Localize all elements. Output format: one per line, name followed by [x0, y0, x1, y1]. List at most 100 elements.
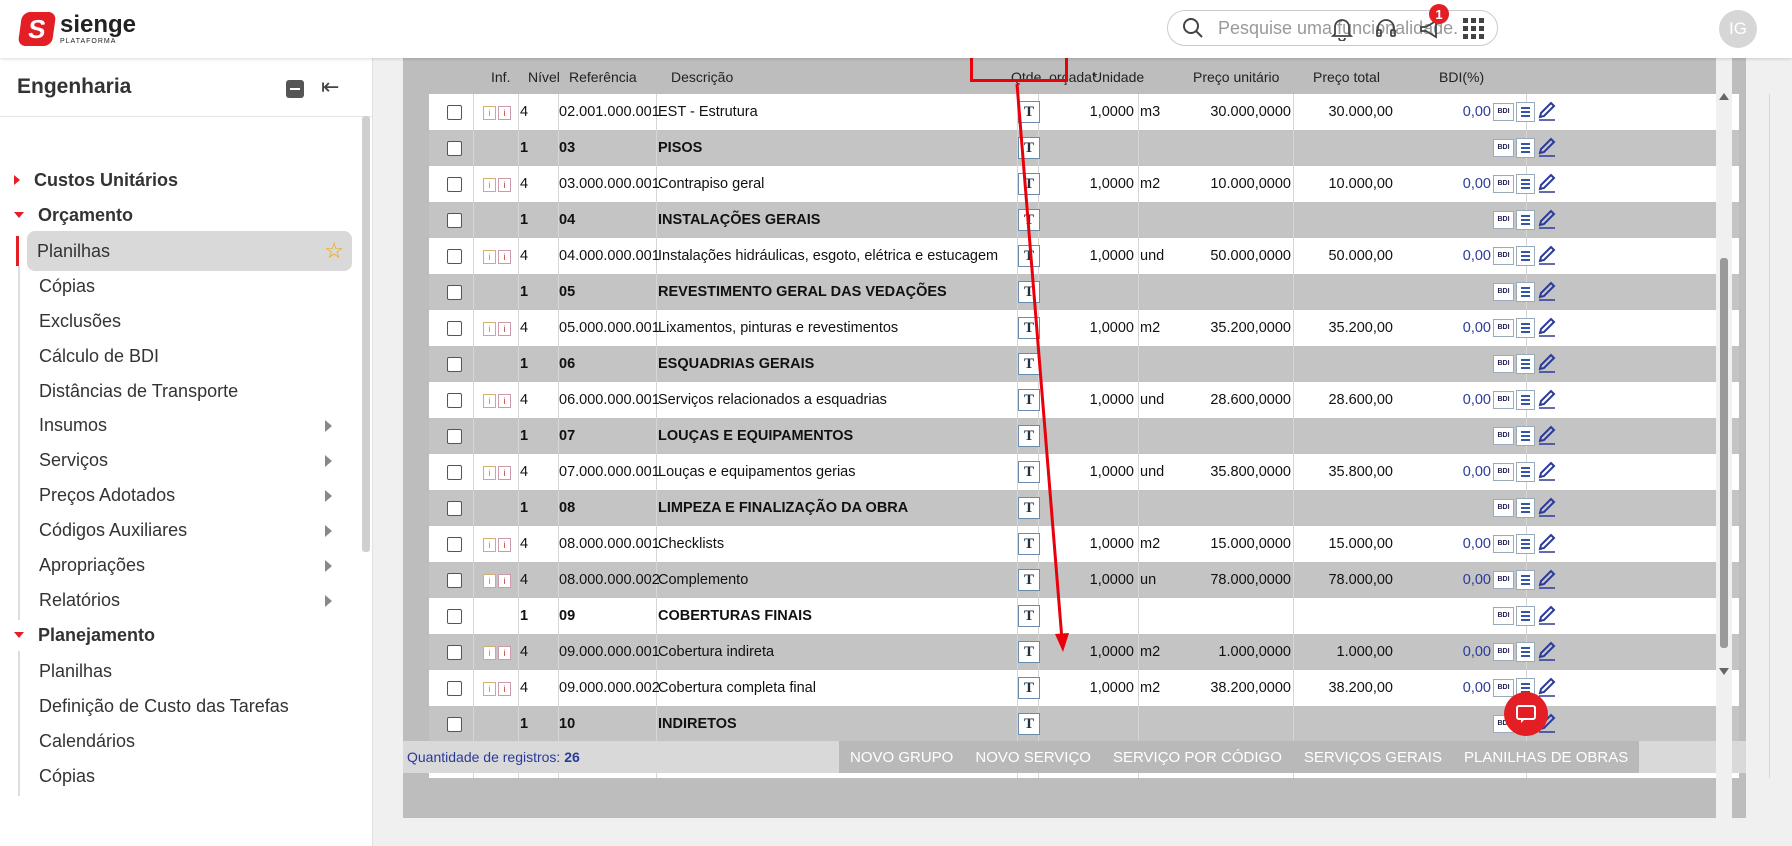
- row-checkbox[interactable]: [447, 105, 462, 120]
- nav-item-definicao-custo[interactable]: Definição de Custo das Tarefas: [18, 686, 352, 726]
- row-checkbox[interactable]: [447, 573, 462, 588]
- nav-item-exclusoes[interactable]: Exclusões: [18, 301, 352, 341]
- details-list-icon[interactable]: [1516, 426, 1535, 446]
- nav-section-orcamento[interactable]: Orçamento: [0, 195, 133, 235]
- row-checkbox[interactable]: [447, 285, 462, 300]
- col-preco-unitario[interactable]: Preço unitário: [1193, 69, 1279, 85]
- t-icon[interactable]: T: [1018, 101, 1040, 123]
- edit-pencil-icon[interactable]: [1537, 604, 1559, 626]
- t-icon[interactable]: T: [1018, 281, 1040, 303]
- t-icon[interactable]: T: [1018, 209, 1040, 231]
- table-row[interactable]: i i 4 07.000.000.001 Louças e equipamentos g…: [429, 454, 1770, 490]
- col-unidade[interactable]: Unidade: [1092, 69, 1144, 85]
- info-yellow-icon[interactable]: i: [483, 646, 496, 660]
- row-checkbox[interactable]: [447, 717, 462, 732]
- bdi-button[interactable]: BDI: [1493, 607, 1514, 625]
- bdi-button[interactable]: BDI: [1493, 571, 1514, 589]
- nav-item-insumos[interactable]: Insumos: [18, 405, 352, 445]
- details-list-icon[interactable]: [1516, 282, 1535, 302]
- user-avatar[interactable]: IG: [1719, 10, 1757, 48]
- group-row[interactable]: 1 05 REVESTIMENTO GERAL DAS VEDAÇÕES T BDI: [429, 274, 1770, 310]
- nav-item-planej-copias[interactable]: Cópias: [18, 756, 352, 796]
- info-red-icon[interactable]: i: [498, 646, 511, 660]
- edit-pencil-icon[interactable]: [1537, 352, 1559, 374]
- sidebar-scrollbar[interactable]: [362, 116, 370, 552]
- bdi-button[interactable]: BDI: [1493, 175, 1514, 193]
- info-yellow-icon[interactable]: i: [483, 106, 496, 120]
- details-list-icon[interactable]: [1516, 570, 1535, 590]
- row-checkbox[interactable]: [447, 357, 462, 372]
- row-checkbox[interactable]: [447, 429, 462, 444]
- group-row[interactable]: 1 03 PISOS T BDI: [429, 130, 1770, 166]
- nav-item-calendarios[interactable]: Calendários: [18, 721, 352, 761]
- info-yellow-icon[interactable]: i: [483, 394, 496, 408]
- row-checkbox[interactable]: [447, 501, 462, 516]
- group-row[interactable]: 1 06 ESQUADRIAS GERAIS T BDI: [429, 346, 1770, 382]
- t-icon[interactable]: T: [1018, 641, 1040, 663]
- service-by-code-button[interactable]: SERVIÇO POR CÓDIGO: [1102, 749, 1293, 766]
- new-service-button[interactable]: NOVO SERVIÇO: [964, 749, 1102, 766]
- details-list-icon[interactable]: [1516, 102, 1535, 122]
- col-nivel[interactable]: Nível: [528, 69, 560, 85]
- apps-grid-icon[interactable]: [1459, 14, 1489, 44]
- edit-pencil-icon[interactable]: [1537, 388, 1559, 410]
- bdi-button[interactable]: BDI: [1493, 247, 1514, 265]
- table-row[interactable]: i i 4 06.000.000.001 Serviços relacionados a…: [429, 382, 1770, 418]
- bdi-button[interactable]: BDI: [1493, 283, 1514, 301]
- details-list-icon[interactable]: [1516, 354, 1535, 374]
- group-row[interactable]: 1 04 INSTALAÇÕES GERAIS T BDI: [429, 202, 1770, 238]
- collapse-sidebar-icon[interactable]: ⇤: [321, 74, 339, 100]
- row-checkbox[interactable]: [447, 681, 462, 696]
- sienge-logo[interactable]: S sienge PLATAFORMA: [17, 12, 136, 46]
- work-sheets-button[interactable]: PLANILHAS DE OBRAS: [1453, 749, 1639, 766]
- t-icon[interactable]: T: [1018, 245, 1040, 267]
- bdi-button[interactable]: BDI: [1493, 679, 1514, 697]
- nav-item-codigos-auxiliares[interactable]: Códigos Auxiliares: [18, 510, 352, 550]
- info-red-icon[interactable]: i: [498, 574, 511, 588]
- info-red-icon[interactable]: i: [498, 178, 511, 192]
- t-icon[interactable]: T: [1018, 317, 1040, 339]
- nav-item-planej-planilhas[interactable]: Planilhas: [18, 651, 352, 691]
- new-group-button[interactable]: NOVO GRUPO: [839, 749, 964, 766]
- t-icon[interactable]: T: [1018, 173, 1040, 195]
- table-row[interactable]: i i 4 02.001.000.001 EST - Estrutura T 1,0000 m…: [429, 94, 1770, 130]
- info-yellow-icon[interactable]: i: [483, 574, 496, 588]
- details-list-icon[interactable]: [1516, 498, 1535, 518]
- info-yellow-icon[interactable]: i: [483, 682, 496, 696]
- row-checkbox[interactable]: [447, 213, 462, 228]
- info-red-icon[interactable]: i: [498, 106, 511, 120]
- row-checkbox[interactable]: [447, 465, 462, 480]
- bdi-button[interactable]: BDI: [1493, 535, 1514, 553]
- nav-item-relatorios[interactable]: Relatórios: [18, 580, 352, 620]
- favorite-star-icon[interactable]: ☆: [324, 238, 344, 264]
- edit-pencil-icon[interactable]: [1537, 532, 1559, 554]
- grid-scrollbar[interactable]: [1716, 58, 1732, 818]
- bdi-button[interactable]: BDI: [1493, 391, 1514, 409]
- info-yellow-icon[interactable]: i: [483, 250, 496, 264]
- edit-pencil-icon[interactable]: [1537, 316, 1559, 338]
- details-list-icon[interactable]: [1516, 210, 1535, 230]
- edit-pencil-icon[interactable]: [1537, 460, 1559, 482]
- bdi-button[interactable]: BDI: [1493, 643, 1514, 661]
- info-red-icon[interactable]: i: [498, 682, 511, 696]
- col-preco-total[interactable]: Preço total: [1313, 69, 1380, 85]
- info-yellow-icon[interactable]: i: [483, 466, 496, 480]
- col-referencia[interactable]: Referência: [569, 69, 637, 85]
- bdi-button[interactable]: BDI: [1493, 427, 1514, 445]
- info-yellow-icon[interactable]: i: [483, 178, 496, 192]
- bdi-button[interactable]: BDI: [1493, 103, 1514, 121]
- edit-pencil-icon[interactable]: [1537, 568, 1559, 590]
- details-list-icon[interactable]: [1516, 642, 1535, 662]
- nav-item-calculo-bdi[interactable]: Cálculo de BDI: [18, 336, 352, 376]
- t-icon[interactable]: T: [1018, 569, 1040, 591]
- row-checkbox[interactable]: [447, 645, 462, 660]
- edit-pencil-icon[interactable]: [1537, 424, 1559, 446]
- t-icon[interactable]: T: [1018, 605, 1040, 627]
- row-checkbox[interactable]: [447, 249, 462, 264]
- edit-pencil-icon[interactable]: [1537, 244, 1559, 266]
- edit-pencil-icon[interactable]: [1537, 676, 1559, 698]
- nav-item-precos-adotados[interactable]: Preços Adotados: [18, 475, 352, 515]
- table-row[interactable]: i i 4 03.000.000.001 Contrapiso geral T 1,0000…: [429, 166, 1770, 202]
- bdi-button[interactable]: BDI: [1493, 319, 1514, 337]
- details-list-icon[interactable]: [1516, 606, 1535, 626]
